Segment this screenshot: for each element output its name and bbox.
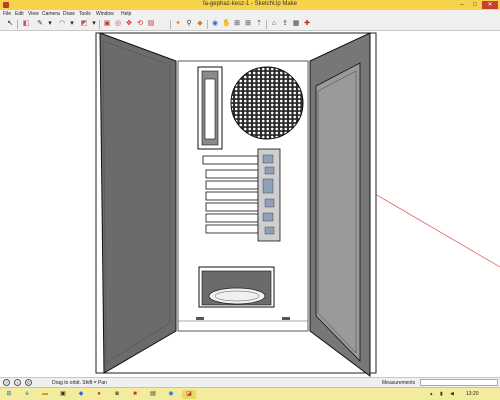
offset-icon[interactable]: ◎ (114, 20, 122, 28)
line-dropdown-icon[interactable]: ▾ (46, 20, 54, 28)
select-tool-icon[interactable]: ↖ (6, 20, 14, 28)
minimize-button[interactable]: – (456, 1, 468, 9)
components-icon[interactable]: ▦ (292, 20, 300, 28)
close-button[interactable]: ✕ (482, 1, 498, 9)
menu-edit[interactable]: Edit (15, 11, 24, 17)
menu-window[interactable]: Window (96, 11, 114, 17)
line-tool-icon[interactable]: ✎ (36, 20, 44, 28)
menu-tools[interactable]: Tools (79, 11, 91, 17)
arc-tool-icon[interactable]: ◠ (58, 20, 66, 28)
toolbar: ↖ ◧ ✎ ▾ ◠ ▾ ◩ ▾ ▣ ◎ ✥ ⟲ ▤ ✦ ⚲ ◆ ◉ ✋ ⊞ ⊞ … (0, 18, 500, 31)
geo-location-icon[interactable]: i (14, 379, 21, 386)
psu-fan (208, 287, 266, 305)
push-pull-icon[interactable]: ▣ (103, 20, 111, 28)
walk-icon[interactable]: ⇡ (255, 20, 263, 28)
move-icon[interactable]: ✥ (125, 20, 133, 28)
status-hint: Drag to orbit. Shift = Pan (52, 380, 107, 386)
taskbar-app-icon[interactable]: ◆ (74, 390, 88, 399)
warehouse-icon[interactable]: ⌂ (270, 20, 278, 28)
red-axis-line (369, 190, 500, 268)
toolbar-separator (207, 20, 208, 29)
shape-tool-icon[interactable]: ◩ (80, 20, 88, 28)
ie-icon[interactable]: e (20, 390, 34, 399)
menu-bar: File Edit View Camera Draw Tools Window … (0, 10, 500, 18)
pan-icon[interactable]: ✋ (222, 20, 231, 28)
title-bar: fa-gephaz-kesz-1 - SketchUp Make – □ ✕ (0, 0, 500, 10)
window-title: fa-gephaz-kesz-1 - SketchUp Make (202, 1, 298, 7)
toolbar-separator (170, 20, 171, 29)
taskbar-app-icon[interactable]: ● (92, 390, 106, 399)
shape-dropdown-icon[interactable]: ▾ (90, 20, 98, 28)
tray-chevron-icon[interactable]: ▴ (430, 391, 433, 397)
paint-bucket-icon[interactable]: ◆ (196, 20, 204, 28)
info-icon[interactable]: ? (3, 379, 10, 386)
menu-view[interactable]: View (28, 11, 39, 17)
menu-draw[interactable]: Draw (63, 11, 75, 17)
file-explorer-icon[interactable]: ▬ (38, 390, 52, 399)
taskbar-app-icon[interactable]: ◙ (110, 390, 124, 399)
extension-icon[interactable]: ✚ (303, 20, 311, 28)
volume-icon[interactable]: ◀ (450, 391, 454, 397)
menu-help[interactable]: Help (121, 11, 131, 17)
measurements-label: Measurements (382, 380, 416, 386)
status-bar: ? i © Drag to orbit. Shift = Pan Measure… (0, 377, 500, 387)
measurements-input[interactable] (420, 379, 498, 386)
zoom-extents-icon[interactable]: ⊞ (244, 20, 252, 28)
scale-icon[interactable]: ▤ (147, 20, 155, 28)
taskbar-app-icon[interactable]: ▣ (56, 390, 70, 399)
taskbar-app-icon[interactable]: ■ (128, 390, 142, 399)
zoom-window-icon[interactable]: ⊞ (233, 20, 241, 28)
rotate-icon[interactable]: ⟲ (136, 20, 144, 28)
network-icon[interactable]: ▮ (440, 391, 443, 397)
sketchup-taskbar-icon[interactable]: ◪ (182, 390, 196, 399)
model-viewport[interactable] (0, 31, 500, 377)
toolbar-separator (266, 20, 267, 29)
rear-fan-grill (230, 66, 304, 140)
share-model-icon[interactable]: ⇪ (281, 20, 289, 28)
menu-file[interactable]: File (3, 11, 11, 17)
arc-dropdown-icon[interactable]: ▾ (68, 20, 76, 28)
taskbar-app-icon[interactable]: ▤ (146, 390, 160, 399)
taskbar: ⊞ e ▬ ▣ ◆ ● ◙ ■ ▤ ◉ ◪ ▴ ▮ ◀ 13:20 (0, 387, 500, 400)
toolbar-separator (99, 20, 100, 29)
door-window (315, 62, 361, 362)
tape-measure-icon[interactable]: ✦ (174, 20, 182, 28)
credits-icon[interactable]: © (25, 379, 32, 386)
zoom-icon[interactable]: ⚲ (185, 20, 193, 28)
menu-camera[interactable]: Camera (42, 11, 60, 17)
start-button-icon[interactable]: ⊞ (2, 390, 16, 399)
left-side-panel (99, 32, 177, 374)
eraser-tool-icon[interactable]: ◧ (22, 20, 30, 28)
toolbar-separator (17, 20, 18, 29)
pc-case-model (95, 32, 500, 377)
taskbar-app-icon[interactable]: ◉ (164, 390, 178, 399)
clock[interactable]: 13:20 (466, 391, 479, 397)
maximize-button[interactable]: □ (469, 1, 481, 9)
orbit-icon[interactable]: ◉ (211, 20, 219, 28)
